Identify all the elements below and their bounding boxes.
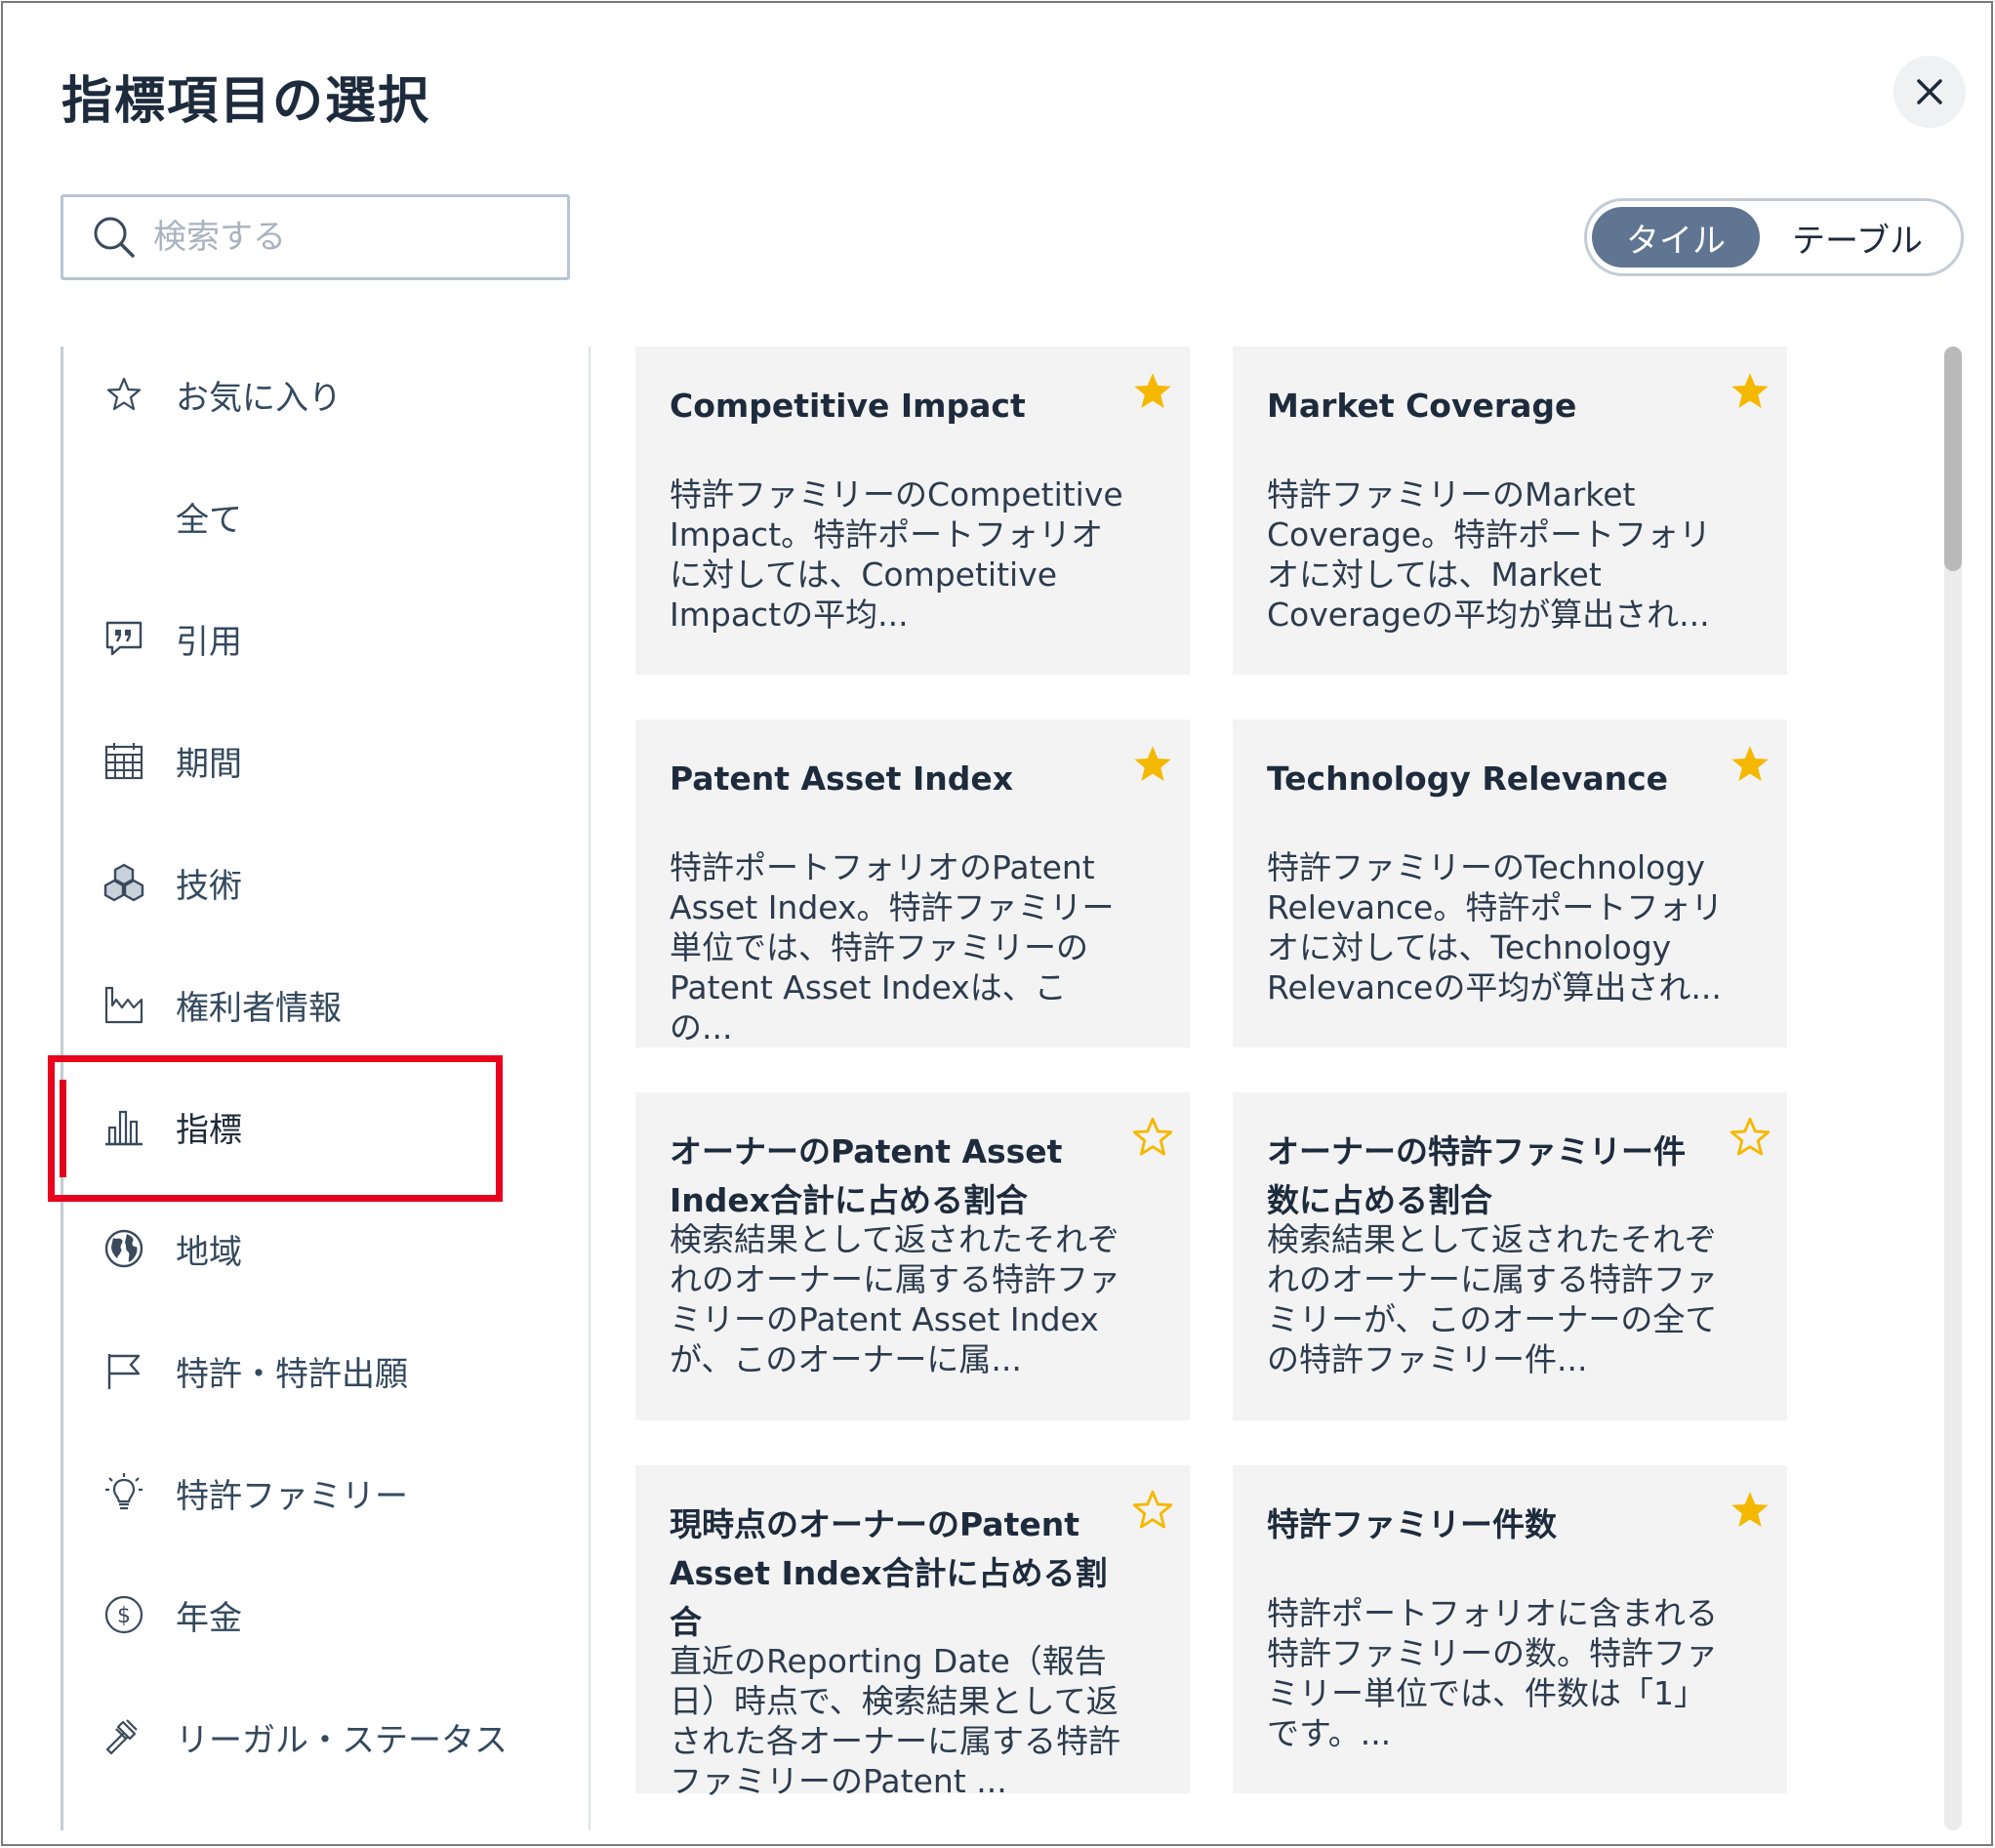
sidebar-item-label: お気に入り (176, 378, 342, 418)
search-box[interactable] (61, 194, 570, 280)
sidebar-item-label: 引用 (176, 622, 242, 662)
star-outline-icon (102, 373, 145, 416)
card-description: 特許ポートフォリオのPatent Asset Index。特許ファミリー単位では… (670, 848, 1115, 1047)
star-outline-icon[interactable] (1131, 1116, 1174, 1159)
scrollbar-thumb[interactable] (1944, 347, 1962, 571)
card-title: Patent Asset Index (670, 760, 1014, 798)
metric-selection-dialog: 指標項目の選択 タイル テーブル お気に入り 全て 引用 (1, 1, 1993, 1846)
card-description: 検索結果として返されたそれぞれのオーナーに属する特許ファミリーのPatent A… (670, 1220, 1120, 1378)
sidebar-item-legal-status[interactable]: リーガル・ステータス (63, 1688, 508, 1786)
card-description: 特許ファミリーのCompetitive Impact。特許ポートフォリオに対して… (670, 475, 1123, 634)
sidebar-item-favorites[interactable]: お気に入り (63, 346, 503, 443)
card-title: Competitive Impact (670, 387, 1026, 425)
star-filled-icon[interactable] (1131, 743, 1174, 786)
dollar-circle-icon: $ (102, 1593, 145, 1636)
view-table-option[interactable]: テーブル (1760, 207, 1955, 267)
globe-icon (102, 1227, 145, 1270)
sidebar-item-label: 技術 (176, 866, 242, 906)
sidebar-item-annuity[interactable]: $ 年金 (63, 1566, 503, 1663)
card-description: 特許ファミリーのTechnology Relevance。特許ポートフォリオに対… (1267, 848, 1724, 1006)
sidebar-item-assignee-info[interactable]: 権利者情報 (63, 956, 503, 1053)
calendar-icon (102, 739, 145, 782)
star-outline-icon[interactable] (1729, 1116, 1771, 1159)
svg-text:$: $ (117, 1604, 131, 1628)
view-tile-option[interactable]: タイル (1592, 207, 1760, 267)
sidebar-item-patents[interactable]: 特許・特許出願 (63, 1322, 503, 1419)
metric-card[interactable]: Competitive Impact 特許ファミリーのCompetitive I… (635, 347, 1190, 675)
search-input[interactable] (153, 218, 524, 257)
lightbulb-icon (102, 1471, 145, 1514)
card-title: オーナーの特許ファミリー件数に占める割合 (1267, 1132, 1686, 1219)
sidebar-item-label: 期間 (176, 744, 242, 784)
star-filled-icon[interactable] (1729, 1489, 1771, 1532)
gavel-icon (102, 1715, 145, 1758)
card-description: 検索結果として返されたそれぞれのオーナーに属する特許ファミリーが、このオーナーの… (1267, 1220, 1718, 1378)
close-icon (1917, 79, 1942, 104)
metric-card[interactable]: Technology Relevance 特許ファミリーのTechnology … (1233, 719, 1787, 1047)
highlight-box (48, 1055, 503, 1202)
metric-card[interactable]: Patent Asset Index 特許ポートフォリオのPatent Asse… (635, 719, 1190, 1047)
star-filled-icon[interactable] (1729, 370, 1771, 413)
sidebar-item-technology[interactable]: 技術 (63, 834, 503, 931)
sidebar-item-label: リーガル・ステータス (176, 1720, 508, 1760)
panel-divider (589, 347, 590, 1830)
metric-card[interactable]: Market Coverage 特許ファミリーのMarket Coverage。… (1233, 347, 1787, 675)
card-description: 特許ファミリーのMarket Coverage。特許ポートフォリオに対しては、M… (1267, 475, 1712, 634)
factory-icon (102, 983, 145, 1026)
sidebar-item-patent-family[interactable]: 特許ファミリー (63, 1444, 503, 1541)
sidebar-item-label: 権利者情報 (176, 988, 342, 1028)
sidebar-item-label: 地域 (176, 1232, 242, 1272)
metric-card[interactable]: オーナーのPatent Asset Index合計に占める割合 検索結果として返… (635, 1092, 1190, 1420)
star-filled-icon[interactable] (1131, 370, 1174, 413)
card-description: 直近のReporting Date（報告日）時点で、検索結果として返された各オー… (670, 1642, 1120, 1800)
sidebar-item-period[interactable]: 期間 (63, 712, 503, 809)
sidebar-item-label: 全て (176, 500, 242, 540)
star-outline-icon[interactable] (1131, 1489, 1174, 1532)
search-icon (94, 217, 135, 258)
star-filled-icon[interactable] (1729, 743, 1771, 786)
metric-card[interactable]: 現時点のオーナーのPatent Asset Index合計に占める割合 直近のR… (635, 1465, 1190, 1800)
card-title: 特許ファミリー件数 (1267, 1505, 1557, 1543)
view-toggle: タイル テーブル (1584, 198, 1964, 276)
sidebar-item-label: 特許・特許出願 (176, 1354, 408, 1394)
quote-icon (102, 617, 145, 660)
sidebar-item-label: 特許ファミリー (176, 1476, 408, 1516)
sidebar-item-all[interactable]: 全て (63, 468, 503, 565)
sidebar-item-region[interactable]: 地域 (63, 1200, 503, 1297)
metric-card[interactable]: オーナーの特許ファミリー件数に占める割合 検索結果として返されたそれぞれのオーナ… (1233, 1092, 1787, 1420)
close-button[interactable] (1893, 56, 1966, 128)
cubes-icon (102, 861, 145, 904)
flag-icon (102, 1349, 145, 1392)
card-description: 特許ポートフォリオに含まれる特許ファミリーの数。特許ファミリー単位では、件数は「… (1267, 1594, 1718, 1752)
sidebar-item-label: 年金 (176, 1598, 242, 1638)
card-title: Market Coverage (1267, 387, 1577, 425)
sidebar-item-citations[interactable]: 引用 (63, 590, 503, 687)
card-title: Technology Relevance (1267, 760, 1669, 798)
metric-card[interactable]: 特許ファミリー件数 特許ポートフォリオに含まれる特許ファミリーの数。特許ファミリ… (1233, 1465, 1787, 1793)
dialog-title: 指標項目の選択 (61, 72, 431, 131)
card-title: 現時点のオーナーのPatent Asset Index合計に占める割合 (670, 1505, 1108, 1641)
card-title: オーナーのPatent Asset Index合計に占める割合 (670, 1132, 1063, 1219)
